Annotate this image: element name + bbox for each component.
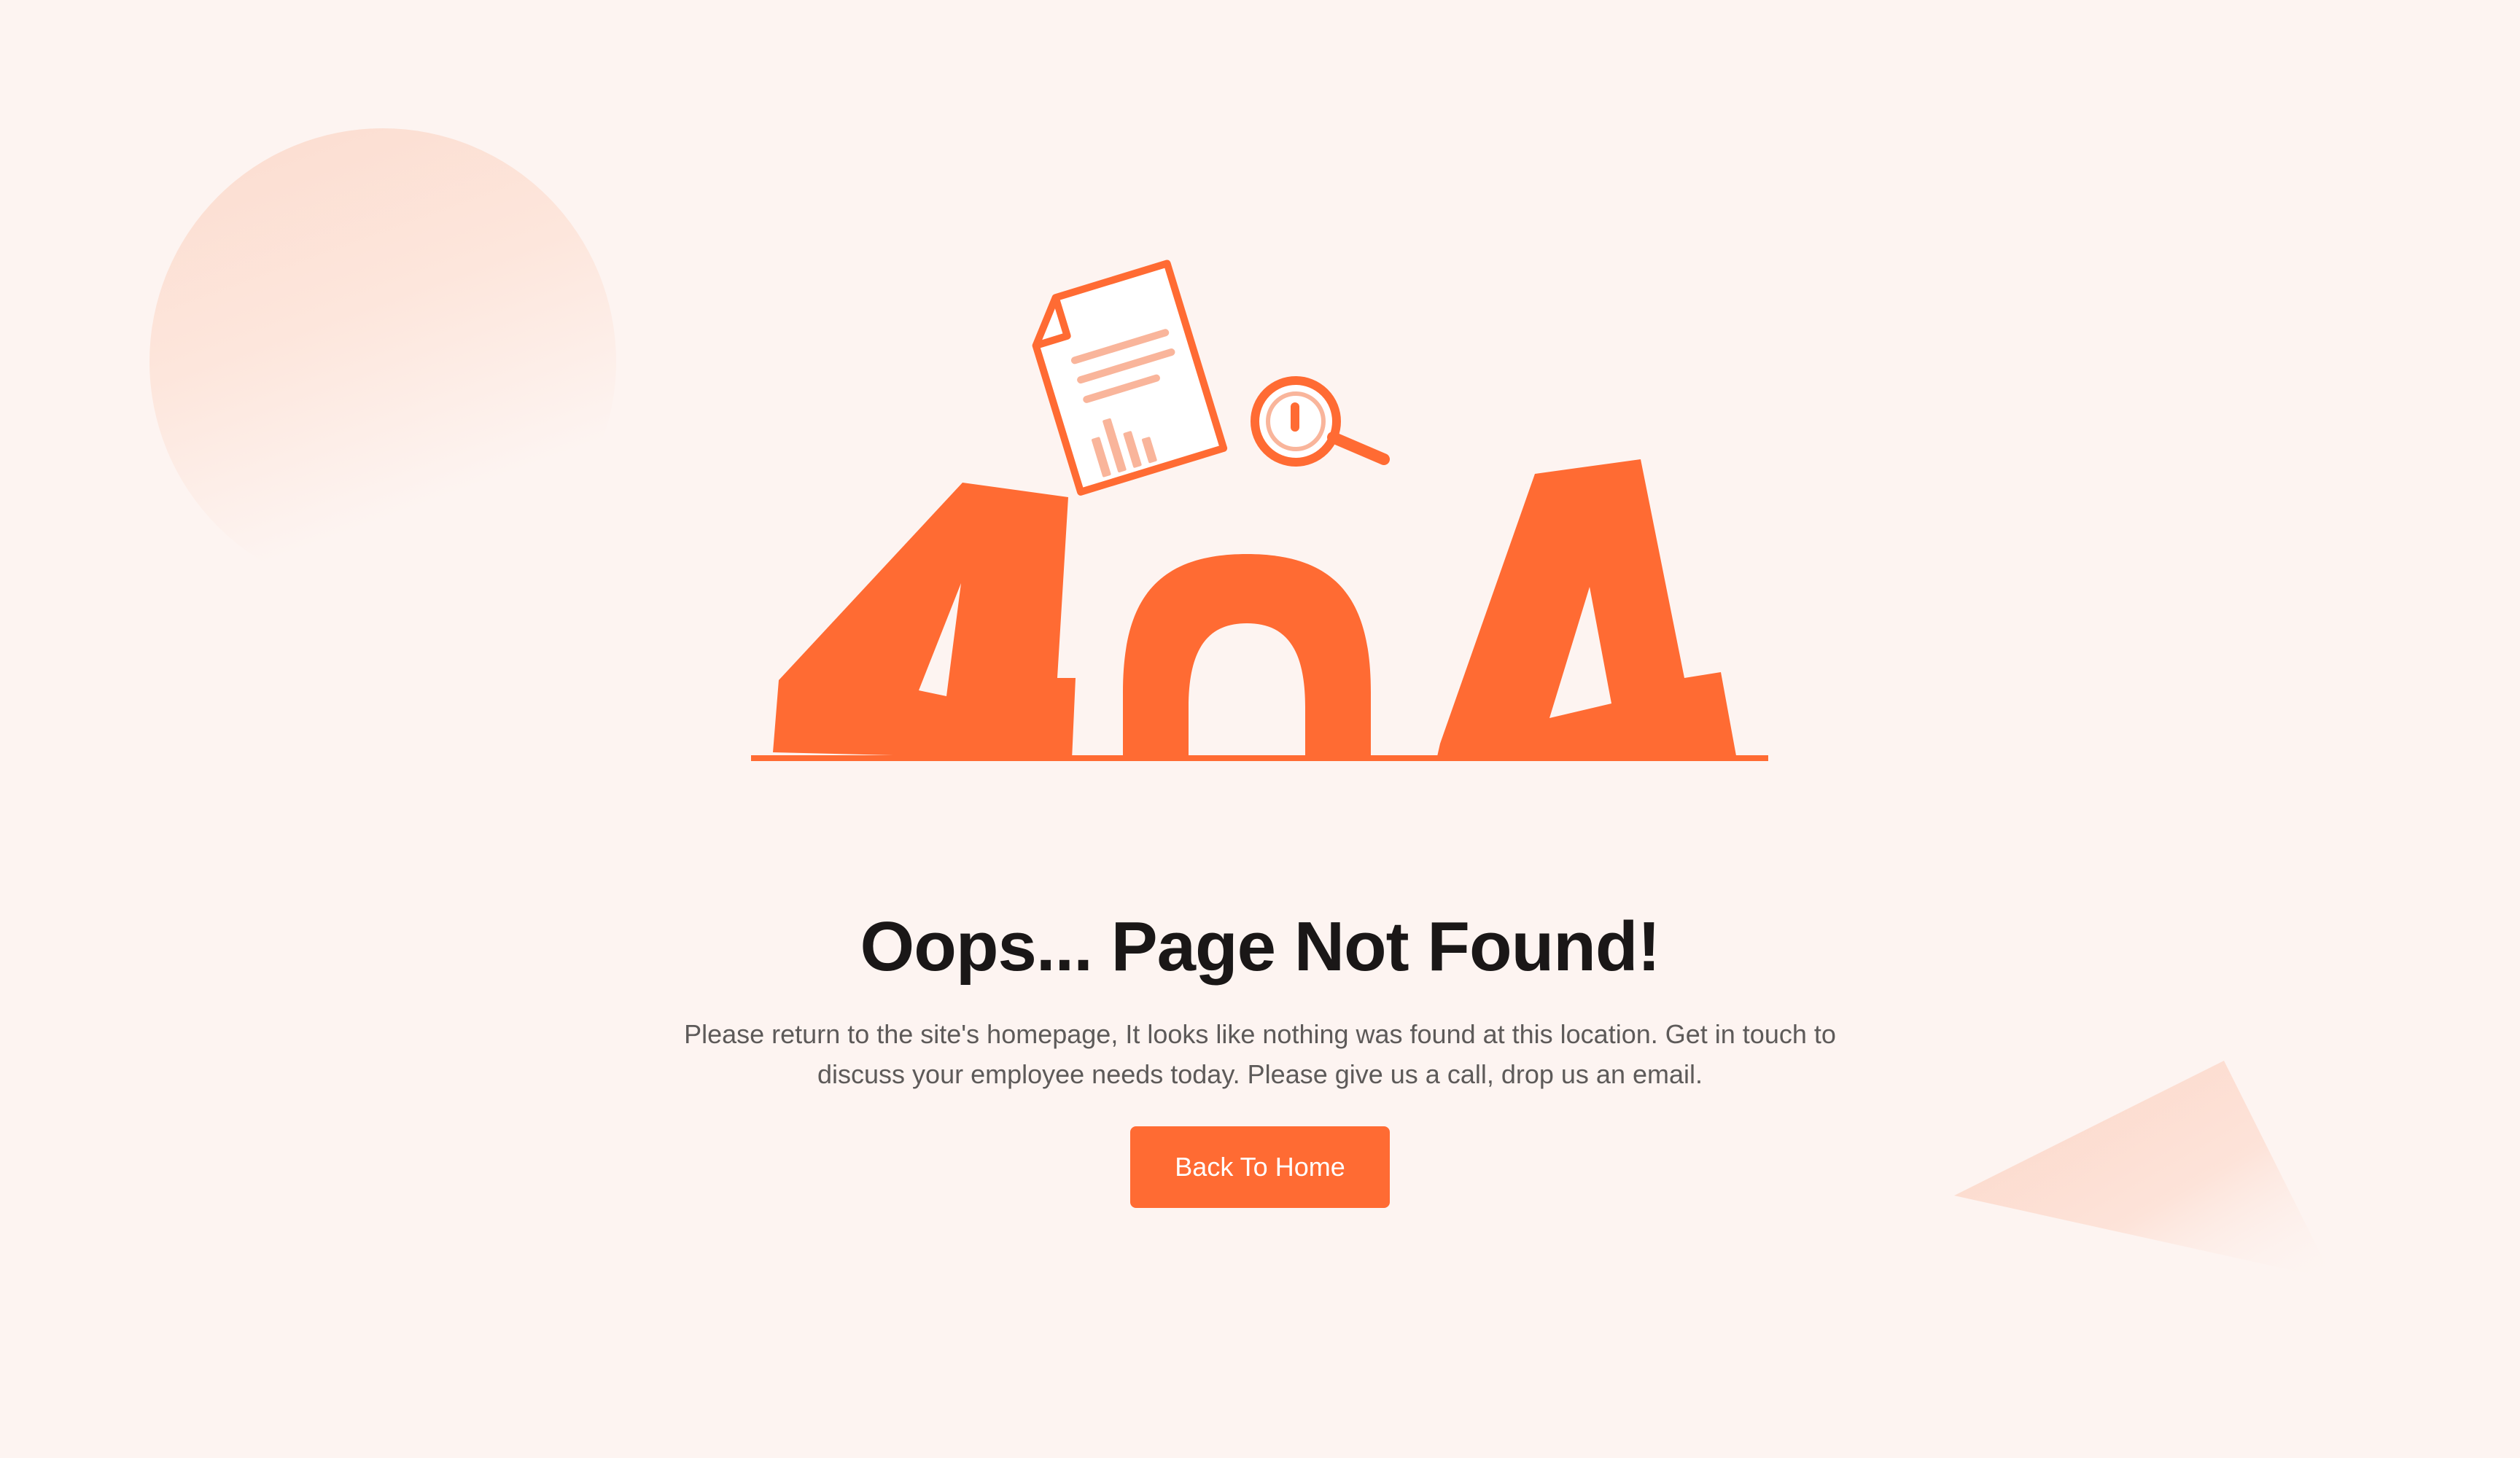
digit-four-left	[773, 483, 1076, 760]
digit-four-right	[1436, 459, 1737, 760]
decorative-triangle	[1954, 1061, 2333, 1279]
digit-zero	[1123, 554, 1371, 760]
page-title: Oops... Page Not Found!	[860, 908, 1661, 986]
baseline-rule	[751, 755, 1768, 761]
error-message: Please return to the site's homepage, It…	[684, 1019, 1836, 1089]
error-code-graphic: 404	[751, 459, 1768, 761]
back-to-home-button[interactable]: Back To Home	[1130, 1126, 1390, 1208]
404-illustration: 404	[751, 260, 1768, 761]
error-page: 404	[0, 0, 2520, 1458]
decorative-circle	[149, 128, 616, 595]
document-search-icon	[1032, 260, 1390, 496]
